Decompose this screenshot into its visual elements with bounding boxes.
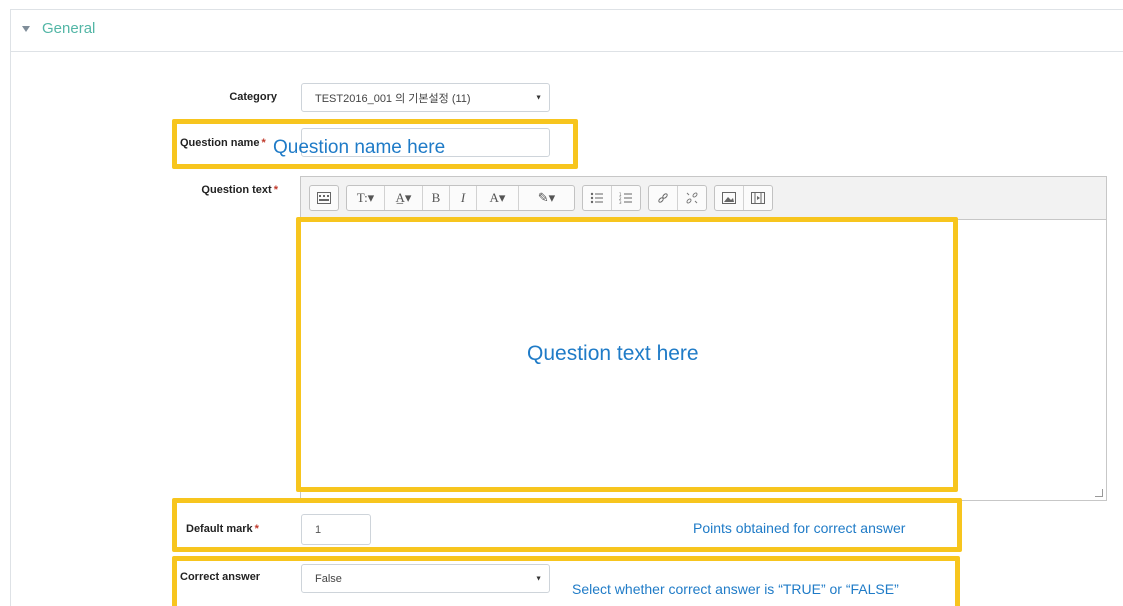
category-label-text: Category (229, 91, 277, 103)
bold-icon[interactable]: B (423, 186, 450, 210)
toolbar-group-lists: 123 (582, 185, 641, 211)
chevron-down-icon: ▼ (535, 94, 542, 101)
default-mark-annotation: Points obtained for correct answer (693, 520, 906, 536)
question-text-label-text: Question text (201, 184, 272, 196)
required-marker: * (273, 184, 278, 196)
ordered-list-icon[interactable]: 123 (612, 186, 640, 210)
image-icon[interactable] (715, 186, 744, 210)
category-select-value: TEST2016_001 의 기본설정 (11) (315, 92, 471, 105)
toolbar-group-format: T:▾ A̲▾ B I A▾ ✎▾ (346, 185, 575, 211)
link-icon[interactable] (649, 186, 678, 210)
editor-toolbar: T:▾ A̲▾ B I A▾ ✎▾ 123 (301, 177, 1106, 220)
resize-handle-icon[interactable] (1095, 489, 1103, 497)
category-select[interactable]: TEST2016_001 의 기본설정 (11) ▼ (301, 83, 550, 112)
unordered-list-icon[interactable] (583, 186, 612, 210)
section-title[interactable]: General (42, 20, 95, 37)
correct-answer-annotation: Select whether correct answer is “TRUE” … (572, 581, 899, 597)
toolbar-group-links (648, 185, 707, 211)
question-text-annotation: Question text here (527, 342, 699, 365)
unlink-icon[interactable] (678, 186, 706, 210)
question-text-label: Question text * (170, 184, 278, 196)
toolbar-group-more (309, 185, 339, 211)
text-style-icon[interactable]: T:▾ (347, 186, 385, 210)
section-header[interactable]: General (11, 10, 1123, 52)
background-color-icon[interactable]: ✎▾ (519, 186, 574, 210)
show-more-buttons-icon[interactable] (310, 186, 338, 210)
question-name-annotation: Question name here (273, 137, 446, 158)
font-color-icon[interactable]: A▾ (477, 186, 519, 210)
media-icon[interactable] (744, 186, 772, 210)
collapse-arrow-icon[interactable] (22, 26, 30, 32)
toolbar-group-media (714, 185, 773, 211)
font-size-icon[interactable]: A̲▾ (385, 186, 423, 210)
svg-text:3: 3 (619, 200, 622, 204)
italic-icon[interactable]: I (450, 186, 477, 210)
category-label: Category (170, 91, 277, 103)
